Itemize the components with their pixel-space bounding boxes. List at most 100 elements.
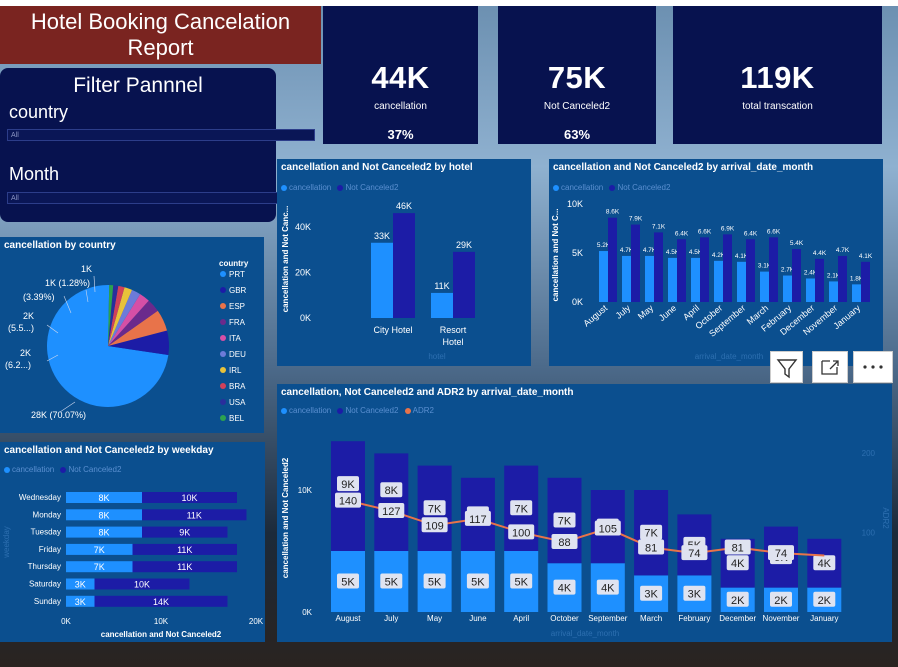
bar: [723, 234, 732, 302]
bar: [608, 217, 617, 302]
x-axis-label: arrival_date_month: [695, 352, 763, 361]
legend-dot: [220, 303, 226, 309]
y-tick-label: Thursday: [28, 562, 61, 571]
y-tick-label: Monday: [33, 510, 61, 519]
data-label: 4.7K: [836, 247, 850, 254]
weekday-chart-panel[interactable]: cancellation and Not Canceled2 by weekda…: [0, 442, 265, 642]
month-chart-svg: 0K5K10Kcancellation and Not C... 5.2K8.6K…: [551, 199, 873, 361]
y-tick-label: 5K: [572, 248, 583, 258]
report-title-line1: Hotel Booking Cancelation: [30, 9, 291, 34]
data-label: 2K: [731, 595, 745, 607]
bar: [746, 239, 755, 302]
combo-chart-panel[interactable]: cancellation, Not Canceled2 and ADR2 by …: [277, 384, 892, 642]
y-tick-label: Sunday: [34, 597, 61, 606]
y-tick-label: 0K: [572, 297, 583, 307]
data-label: 11K: [177, 562, 192, 572]
bar: [645, 255, 654, 302]
data-label: 6.9K: [721, 225, 735, 232]
data-label: 11K: [434, 281, 449, 291]
data-label: 8K: [385, 485, 399, 497]
data-label: 7K: [94, 545, 105, 555]
more-options-button[interactable]: [853, 351, 893, 383]
data-label: 29K: [456, 240, 472, 250]
bar: [668, 257, 677, 302]
x-tick-label: 20K: [249, 617, 264, 626]
x-tick-label: August: [581, 303, 609, 329]
kpi-card-cancellation[interactable]: 44K cancellation 37%: [323, 6, 478, 144]
data-label: 6.6K: [767, 228, 781, 235]
filter-panel: Filter Pannnel country All Month All: [0, 68, 315, 222]
legend-dot: [220, 383, 226, 389]
kpi-percent: 63%: [563, 127, 591, 142]
month-chart-panel[interactable]: cancellation and Not Canceled2 by arriva…: [549, 159, 883, 366]
kpi-value: 44K: [371, 60, 430, 95]
x-tick-label: May: [427, 614, 442, 623]
focus-mode-button[interactable]: [812, 351, 848, 383]
data-label: (5.5...): [8, 323, 34, 333]
country-pie-svg: 28K (70.07%) 2K (6.2...) 2K (5.5...) (3.39%) 1…: [5, 259, 249, 423]
data-label: 2K: [20, 348, 31, 358]
country-filter-dropdown[interactable]: All: [7, 129, 315, 141]
legend-label: ITA: [229, 334, 242, 343]
data-label: 100: [512, 527, 530, 539]
data-label: 7K: [558, 516, 572, 528]
combo-chart-svg: 0K 10K cancellation and Not Canceled2 100 20…: [281, 441, 890, 638]
data-label: 8K: [98, 528, 109, 538]
data-label: 5K: [428, 577, 442, 589]
filter-button[interactable]: [770, 351, 803, 383]
report-title: Hotel Booking Cancelation Report: [0, 6, 321, 64]
month-filter-label: Month: [9, 164, 60, 184]
legend-label: IRL: [229, 366, 242, 375]
x-tick-label: June: [657, 303, 678, 323]
hotel-chart-panel[interactable]: cancellation and Not Canceled2 by hotel …: [277, 159, 531, 366]
legend-label: DEU: [229, 350, 246, 359]
y-axis-label: cancellation and Not Canceled2: [281, 457, 290, 578]
focus-mode-icon: [821, 360, 839, 375]
data-label: 3K: [644, 589, 658, 601]
kpi-card-total[interactable]: 119K total transcation: [673, 6, 882, 144]
y-tick-label: 20K: [295, 267, 311, 277]
legend-label: ESP: [229, 302, 245, 311]
x-axis-label: arrival_date_month: [551, 629, 619, 638]
y-tick-label: 10K: [298, 486, 313, 495]
data-label: 7.9K: [629, 216, 643, 223]
legend-dot: [220, 287, 226, 293]
bar: [393, 213, 415, 318]
data-label: 4K: [731, 558, 745, 570]
data-label: (3.39%): [23, 292, 55, 302]
x-tick-label: December: [719, 614, 756, 623]
legend-dot: [220, 319, 226, 325]
data-label: 1K: [81, 264, 92, 274]
data-label: 9K: [179, 528, 190, 538]
kpi-card-not-canceled[interactable]: 75K Not Canceled2 63%: [498, 6, 656, 144]
month-filter-dropdown[interactable]: All: [7, 192, 315, 204]
y-tick-label: Friday: [39, 545, 61, 554]
filter-panel-title: Filter Pannnel: [73, 74, 203, 97]
data-label: 81: [732, 543, 744, 555]
y-tick-label: 0K: [302, 608, 312, 617]
data-label: 4.1K: [859, 253, 873, 260]
data-label: 7K: [514, 503, 528, 515]
bar: [631, 224, 640, 302]
legend-label: GBR: [229, 286, 247, 295]
data-label: 1K (1.28%): [45, 278, 90, 288]
y-tick-label: 40K: [295, 222, 311, 232]
more-options-icon: [863, 365, 883, 369]
data-label: (6.2...): [5, 360, 31, 370]
x-axis-label: hotel: [428, 352, 446, 361]
data-label: 4.4K: [813, 250, 827, 257]
data-label: 8K: [98, 493, 109, 503]
data-label: 2K: [23, 311, 34, 321]
legend-label: PRT: [229, 270, 245, 279]
filter-icon: [776, 359, 798, 379]
data-label: 7K: [428, 503, 442, 515]
legend-dot: [220, 271, 226, 277]
y-tick-label: 0K: [300, 313, 311, 323]
data-label: 6.6K: [698, 228, 712, 235]
data-label: 10K: [181, 493, 197, 503]
bar: [815, 258, 824, 302]
country-pie-panel[interactable]: cancellation by country 28K (70.07%) 2K (6…: [0, 237, 264, 433]
data-label: 7.1K: [652, 223, 666, 230]
bar: [861, 261, 870, 302]
kpi-label: cancellation: [374, 101, 427, 112]
